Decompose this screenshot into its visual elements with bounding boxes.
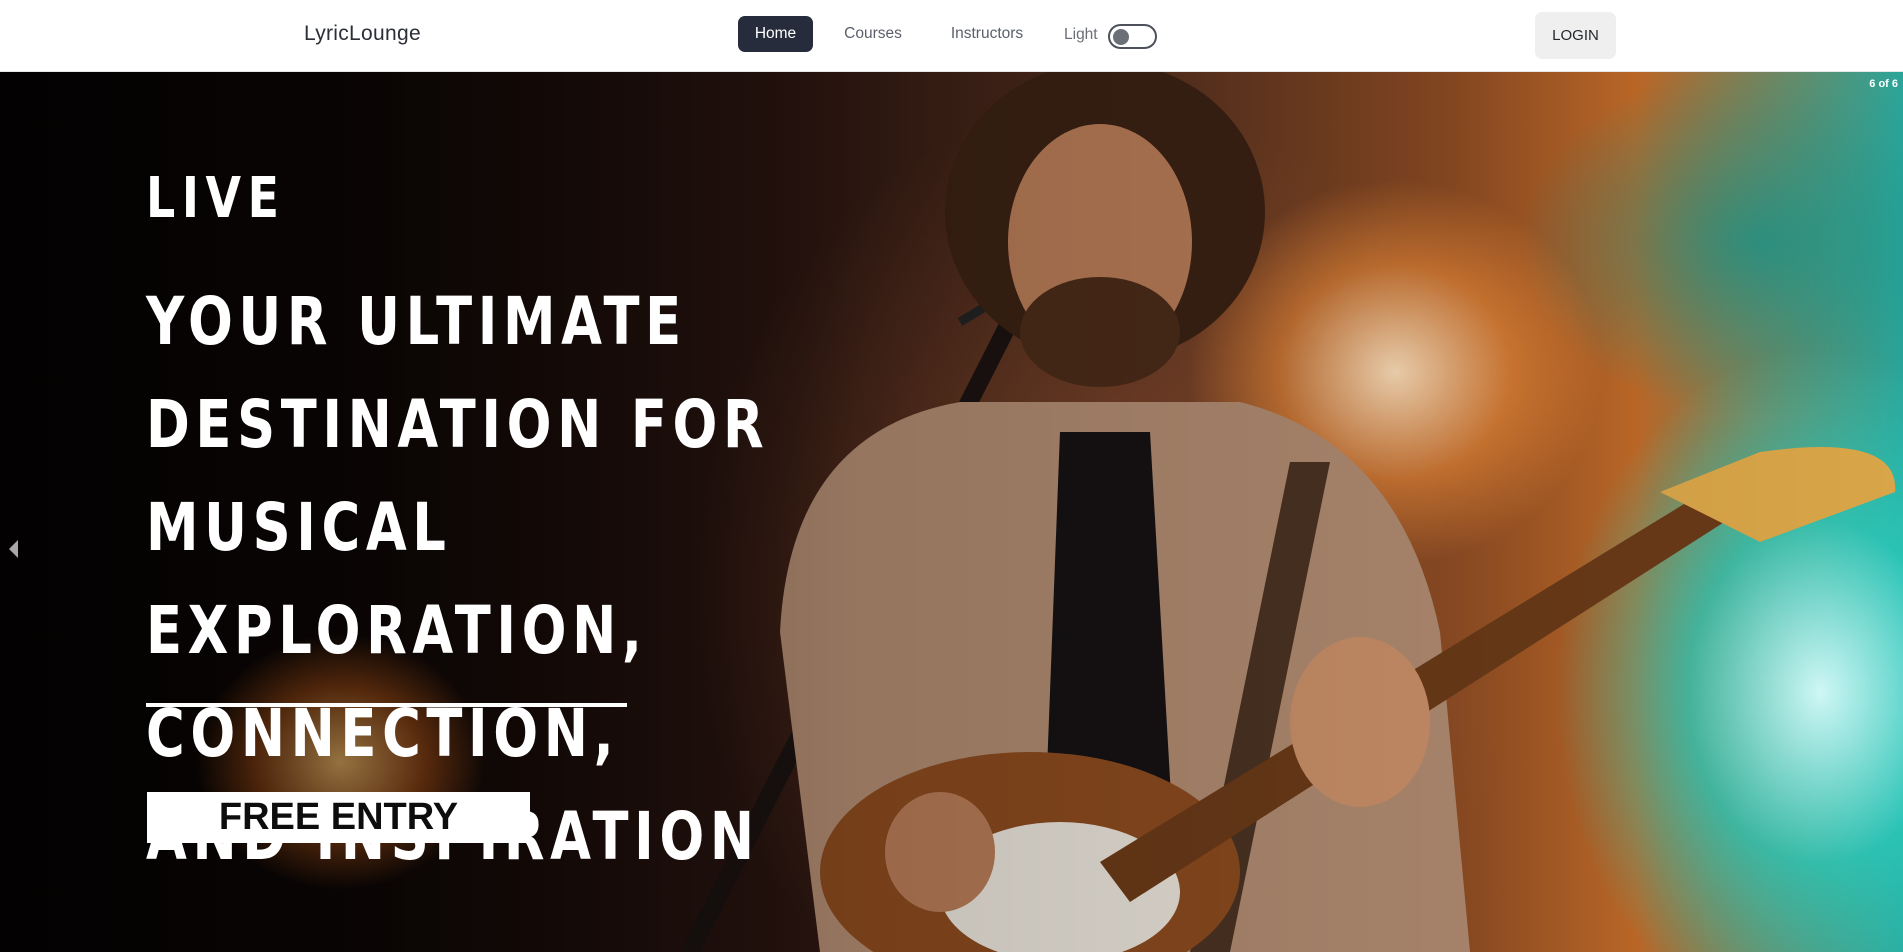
- hero-kicker: LIVE: [146, 166, 286, 231]
- nav-link-instructors[interactable]: Instructors: [940, 16, 1034, 52]
- free-entry-button[interactable]: FREE ENTRY: [147, 792, 530, 843]
- brand-logo[interactable]: LyricLounge: [304, 22, 421, 46]
- hero-title-line: YOUR ULTIMATE: [146, 283, 687, 360]
- hero-carousel: 6 of 6 LIVE YOUR ULTIMATE DESTINATION FO…: [0, 72, 1903, 952]
- top-navbar: LyricLounge Home Courses Instructors Lig…: [0, 0, 1903, 72]
- theme-toggle-switch[interactable]: [1108, 24, 1157, 49]
- login-button[interactable]: LOGIN: [1535, 12, 1616, 59]
- nav-link-home[interactable]: Home: [738, 16, 813, 52]
- chevron-left-icon[interactable]: [9, 540, 18, 558]
- nav-link-courses[interactable]: Courses: [832, 16, 914, 52]
- hero-title-line: DESTINATION FOR MUSICAL: [146, 386, 770, 566]
- slide-counter: 6 of 6: [1869, 78, 1898, 90]
- toggle-knob: [1113, 28, 1129, 45]
- hero-title-line: EXPLORATION, CONNECTION,: [146, 592, 648, 772]
- theme-toggle-label: Light: [1064, 26, 1098, 43]
- hero-divider: [146, 703, 627, 707]
